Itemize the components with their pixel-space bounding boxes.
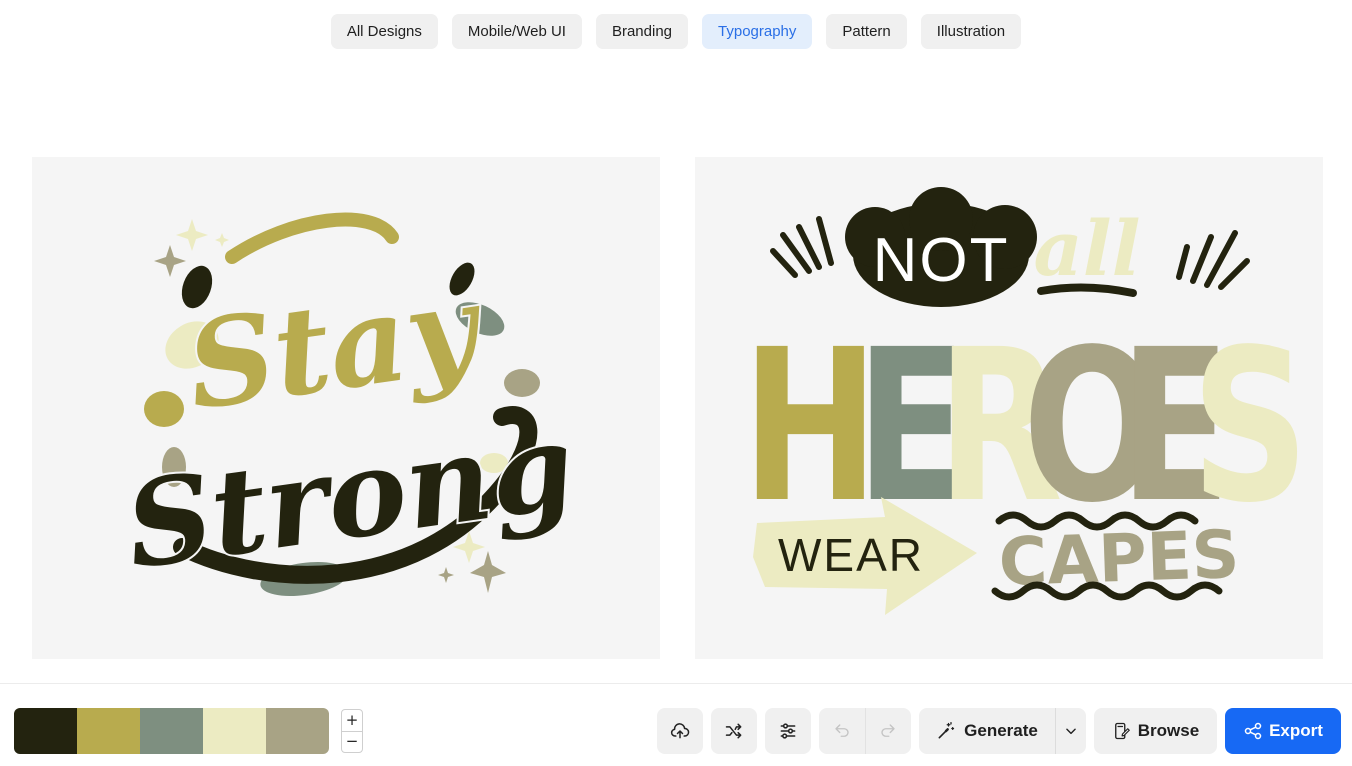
sparkle-icon [470,551,506,593]
magic-wand-icon [938,722,955,739]
heroes-word: H E R O E S [742,305,1309,549]
palette-swatch-4[interactable] [203,708,266,754]
heroes-letter-s: S [1191,305,1309,549]
generate-button[interactable]: Generate [919,708,1055,754]
color-palette [14,708,329,754]
browse-button[interactable]: Browse [1094,708,1217,754]
add-color-button[interactable]: + [342,710,362,731]
tab-illustration[interactable]: Illustration [920,14,1022,49]
share-icon [1244,722,1262,740]
export-label: Export [1269,721,1323,740]
tab-mobile-web-ui[interactable]: Mobile/Web UI [451,14,582,49]
remove-color-button[interactable]: − [342,732,362,753]
category-tabs: All Designs Mobile/Web UI Branding Typog… [0,14,1352,49]
swash-stroke [225,212,399,264]
all-text: all [1034,204,1141,293]
artwork-card-stay-strong[interactable]: Stay Strong [32,157,660,659]
wear-text: WEAR [778,529,924,581]
redo-icon [881,724,895,737]
chevron-down-icon [1066,728,1076,735]
palette-swatch-3[interactable] [140,708,203,754]
sparkle-icon [154,245,186,277]
palette-swatch-2[interactable] [77,708,140,754]
upload-button[interactable] [657,708,703,754]
generate-label: Generate [964,721,1038,740]
generate-split-button: Generate [919,708,1086,754]
shuffle-icon [725,723,742,739]
palette-swatch-1[interactable] [14,708,77,754]
not-text: NOT [873,226,1010,295]
artwork-card-not-all-heroes[interactable]: NOT all H E R O E S WEAR CAPES [695,157,1323,659]
sliders-icon [780,723,796,739]
tab-typography[interactable]: Typography [702,14,813,49]
phone-edit-icon [1114,722,1130,740]
undo-button[interactable] [819,708,865,754]
upload-cloud-icon [670,723,690,739]
undo-icon [835,724,849,737]
export-button[interactable]: Export [1225,708,1341,754]
stay-text: Stay [179,257,493,438]
palette-swatch-5[interactable] [266,708,329,754]
heroes-illustration: NOT all H E R O E S WEAR CAPES [742,187,1309,615]
toolbar-divider [0,683,1352,684]
sparkle-icon [438,567,454,583]
sparkle-icon [176,219,229,251]
tab-all-designs[interactable]: All Designs [330,14,438,49]
redo-button[interactable] [866,708,912,754]
strong-text: Strong [118,395,582,595]
blob-shape [504,369,540,397]
blob-shape [144,391,184,427]
generate-options-button[interactable] [1056,708,1086,754]
palette-size-stepper: + − [341,709,363,753]
stay-strong-illustration: Stay Strong [116,212,584,598]
tab-pattern[interactable]: Pattern [826,14,907,49]
browse-label: Browse [1137,721,1200,740]
tab-branding[interactable]: Branding [595,14,689,49]
history-controls [819,708,911,754]
shuffle-button[interactable] [711,708,757,754]
adjust-button[interactable] [765,708,811,754]
